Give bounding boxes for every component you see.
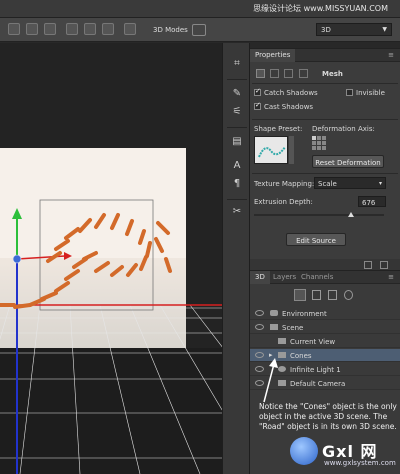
- mode-label: Mesh: [322, 70, 343, 78]
- cast-shadows-label: Cast Shadows: [264, 103, 314, 111]
- deformation-axis-grid[interactable]: [312, 136, 326, 150]
- slider-handle-icon: [348, 212, 354, 217]
- distribute-middle-icon[interactable]: [84, 23, 96, 35]
- align-right-icon[interactable]: [44, 23, 56, 35]
- y-axis-arrow-icon: [12, 208, 22, 219]
- layer-label: Current View: [290, 338, 336, 346]
- align-center-icon[interactable]: [26, 23, 38, 35]
- scene-icon: [270, 324, 278, 330]
- preset-picker-arrow-icon[interactable]: [289, 136, 294, 164]
- logo-globe-icon: [290, 437, 318, 465]
- cast-shadows-checkbox[interactable]: Cast Shadows: [254, 101, 314, 111]
- layer-label: Cones: [290, 352, 312, 360]
- list-item[interactable]: Current View: [250, 335, 400, 348]
- rotate-3d-icon[interactable]: [192, 24, 206, 36]
- layer-label: Default Camera: [290, 380, 346, 388]
- layer-label: Scene: [282, 324, 304, 332]
- tab-properties[interactable]: Properties: [250, 49, 296, 62]
- extrusion-depth-input[interactable]: 676: [358, 196, 386, 207]
- coordinates-icon: [298, 69, 308, 78]
- delete-icon[interactable]: [380, 261, 388, 269]
- shape-preset-label: Shape Preset:: [254, 125, 303, 133]
- catch-shadows-label: Catch Shadows: [264, 89, 318, 97]
- adjust-icon[interactable]: ⚟: [230, 105, 244, 119]
- workspace-value: 3D: [321, 26, 331, 34]
- invisible-checkbox[interactable]: Invisible: [346, 89, 385, 97]
- menu-bar: 思缘设计论坛 www.MISSYUAN.COM: [0, 0, 400, 18]
- watermark-text: 思缘设计论坛 www.MISSYUAN.COM: [253, 4, 388, 13]
- layer-label: Environment: [282, 310, 327, 318]
- align-left-icon[interactable]: [8, 23, 20, 35]
- deform-icon: [270, 69, 280, 78]
- brush-icon[interactable]: ✎: [230, 87, 244, 101]
- panel-menu-icon[interactable]: ≡: [388, 273, 394, 281]
- distribute-top-icon[interactable]: [66, 23, 78, 35]
- annotation-arrow: [263, 358, 278, 403]
- 3d-scene-view[interactable]: [0, 43, 222, 474]
- 3d-axis-widget[interactable]: [12, 208, 72, 264]
- list-item[interactable]: Scene: [250, 321, 400, 334]
- 3d-modes-label: 3D Modes: [153, 26, 188, 34]
- cap-icon: [284, 69, 294, 78]
- workspace-dropdown[interactable]: 3D ▼: [316, 23, 392, 36]
- paragraph-icon[interactable]: ¶: [230, 177, 244, 191]
- navigator-icon[interactable]: ▤: [230, 135, 244, 149]
- camera-icon: [278, 338, 286, 344]
- extrusion-depth-slider[interactable]: [254, 212, 384, 217]
- environment-icon: [270, 310, 278, 316]
- chevron-down-icon: ▾: [378, 180, 382, 187]
- texture-mapping-select[interactable]: Scale ▾: [314, 177, 386, 189]
- tab-3d[interactable]: 3D: [250, 271, 270, 284]
- panel-toolstrip: ⌗ ✎ ⚟ ▤ A ¶ ✂: [222, 43, 250, 474]
- filter-toolbar: [294, 289, 384, 303]
- auto-align-icon[interactable]: [124, 23, 136, 35]
- extrusion-depth-label: Extrusion Depth:: [254, 198, 313, 206]
- mesh-icon: [256, 69, 265, 78]
- filter-lights-icon[interactable]: [344, 290, 353, 300]
- texture-mapping-value: Scale: [318, 180, 337, 188]
- filter-whole-scene-icon[interactable]: [294, 289, 306, 301]
- list-item[interactable]: Environment: [250, 307, 400, 320]
- filter-materials-icon[interactable]: [328, 290, 337, 300]
- render-icon[interactable]: [364, 261, 372, 269]
- edit-source-button[interactable]: Edit Source: [286, 233, 346, 246]
- ground-grid: [0, 304, 222, 474]
- logo-url: www.gxlsystem.com: [324, 459, 396, 467]
- catch-shadows-checkbox[interactable]: Catch Shadows: [254, 87, 318, 97]
- deformation-axis-label: Deformation Axis:: [312, 125, 375, 133]
- site-logo: Gxl 网 www.gxlsystem.com: [290, 435, 400, 474]
- tab-channels[interactable]: Channels: [296, 271, 338, 284]
- annotation-text: Notice the "Cones" object is the only ob…: [259, 402, 397, 431]
- layer-label: Infinite Light 1: [290, 366, 341, 374]
- visibility-eye-icon[interactable]: [255, 310, 264, 316]
- chevron-down-icon: ▼: [382, 26, 387, 33]
- filter-meshes-icon[interactable]: [312, 290, 321, 300]
- distribute-bottom-icon[interactable]: [102, 23, 114, 35]
- reset-deformation-button[interactable]: Reset Deformation: [312, 155, 384, 168]
- visibility-eye-icon[interactable]: [255, 324, 264, 330]
- shape-preset-thumbnail[interactable]: [254, 136, 288, 164]
- panel-menu-icon[interactable]: ≡: [388, 51, 394, 59]
- options-bar: 3D Modes 3D ▼: [0, 18, 400, 42]
- cones-object[interactable]: [0, 213, 172, 309]
- properties-panel: Properties ≡ Mesh Catch Shadows Invisibl…: [250, 48, 400, 271]
- x-axis-arrow-icon: [64, 252, 72, 260]
- texture-mapping-label: Texture Mapping:: [254, 180, 315, 188]
- history-icon[interactable]: ⌗: [230, 57, 244, 71]
- invisible-label: Invisible: [356, 89, 385, 97]
- mesh-mode-icons[interactable]: [256, 69, 311, 80]
- character-icon[interactable]: A: [230, 159, 244, 173]
- tools-icon[interactable]: ✂: [230, 205, 244, 219]
